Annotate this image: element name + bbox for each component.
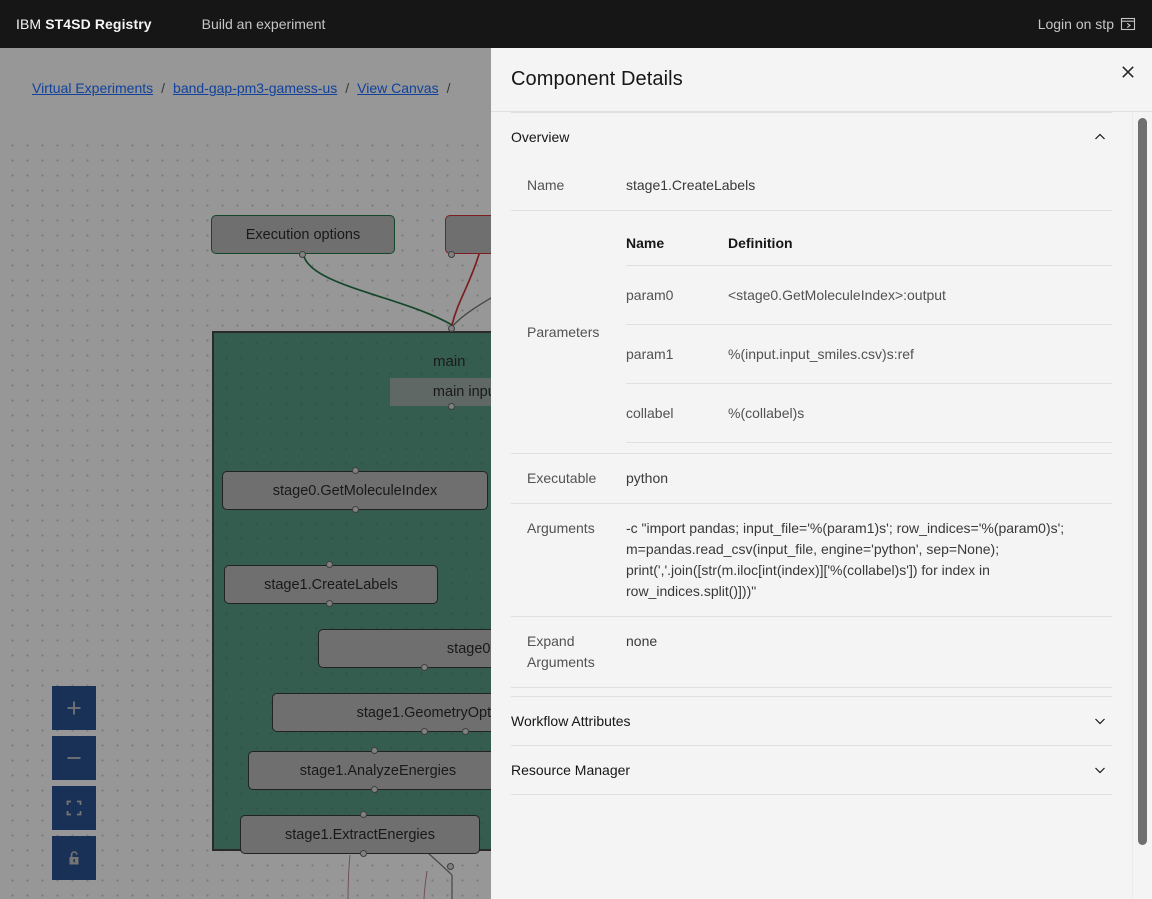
launch-icon [1120, 16, 1136, 32]
accordion-overview: Overview Name stage1.CreateLabels Parame… [511, 112, 1112, 697]
panel-scrollbar-thumb[interactable] [1138, 118, 1147, 845]
accordion-workflow-attributes: Workflow Attributes [511, 697, 1112, 746]
login-button[interactable]: Login on stp [1038, 16, 1152, 32]
component-details-panel: Component Details Overview Name stage1.C… [491, 48, 1152, 899]
brand-name: ST4SD Registry [45, 16, 152, 32]
cell-param-name: param0 [626, 265, 728, 325]
chevron-up-icon [1092, 129, 1108, 145]
accordion-body-overview: Name stage1.CreateLabels Parameters Name… [511, 161, 1112, 696]
detail-key: Name [527, 177, 565, 193]
parameters-table: Name Definition param0 <stage0.GetMolecu… [626, 221, 1112, 443]
column-header-name: Name [626, 221, 728, 266]
detail-value: stage1.CreateLabels [626, 177, 756, 193]
cell-param-name: collabel [626, 383, 728, 443]
nav-build-an-experiment[interactable]: Build an experiment [202, 16, 326, 32]
detail-key: Arguments [527, 520, 595, 536]
panel-title: Component Details [511, 68, 683, 90]
detail-key: Expand Arguments [527, 633, 595, 670]
panel-scroll-region: Overview Name stage1.CreateLabels Parame… [491, 112, 1132, 899]
detail-key: Parameters [527, 323, 600, 340]
detail-row-expand-arguments: Expand Arguments none [511, 617, 1112, 688]
accordion-resource-manager: Resource Manager [511, 746, 1112, 795]
chevron-down-icon [1092, 713, 1108, 729]
cell-param-definition: %(collabel)s [728, 383, 1112, 443]
table-header-row: Name Definition [626, 221, 1112, 266]
accordion-label: Workflow Attributes [511, 713, 631, 729]
detail-row-name: Name stage1.CreateLabels [511, 161, 1112, 211]
accordion-header-workflow-attributes[interactable]: Workflow Attributes [511, 697, 1112, 745]
brand-prefix: IBM [16, 16, 42, 32]
detail-value: none [626, 633, 658, 649]
detail-value: python [626, 470, 669, 486]
panel-scrollbar[interactable] [1132, 112, 1152, 899]
table-row: collabel %(collabel)s [626, 383, 1112, 443]
accordion-header-resource-manager[interactable]: Resource Manager [511, 746, 1112, 794]
accordion-label: Overview [511, 129, 570, 145]
panel-body: Overview Name stage1.CreateLabels Parame… [491, 112, 1152, 899]
chevron-down-icon [1092, 762, 1108, 778]
close-icon[interactable] [1104, 48, 1152, 96]
cell-param-definition: %(input.input_smiles.csv)s:ref [728, 324, 1112, 384]
accordion-header-overview[interactable]: Overview [511, 113, 1112, 161]
detail-value: -c "import pandas; input_file='%(param1)… [626, 520, 1065, 599]
detail-row-parameters: Parameters Name Definition param0 <stage… [511, 211, 1112, 454]
detail-row-arguments: Arguments -c "import pandas; input_file=… [511, 504, 1112, 617]
column-header-definition: Definition [728, 221, 1112, 266]
cell-param-definition: <stage0.GetMoleculeIndex>:output [728, 265, 1112, 325]
cell-param-name: param1 [626, 324, 728, 384]
detail-row-executable: Executable python [511, 454, 1112, 504]
accordion-label: Resource Manager [511, 762, 631, 778]
detail-key: Executable [527, 470, 597, 486]
top-navigation-bar: IBM ST4SD Registry Build an experiment L… [0, 0, 1152, 48]
table-row: param1 %(input.input_smiles.csv)s:ref [626, 324, 1112, 384]
app-root: IBM ST4SD Registry Build an experiment L… [0, 0, 1152, 899]
login-label: Login on stp [1037, 16, 1114, 32]
brand-logo[interactable]: IBM ST4SD Registry [0, 16, 152, 32]
panel-header: Component Details [491, 48, 1152, 112]
table-row: param0 <stage0.GetMoleculeIndex>:output [626, 265, 1112, 325]
